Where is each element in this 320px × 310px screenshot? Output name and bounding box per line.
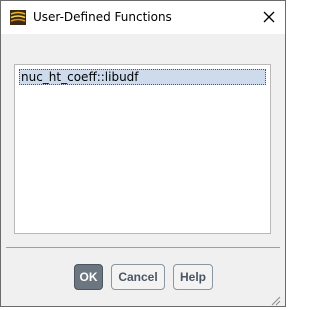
fluent-app-icon [10, 10, 26, 25]
separator [6, 247, 280, 248]
close-button[interactable] [257, 6, 281, 28]
functions-listbox[interactable]: nuc_ht_coeff::libudf [14, 64, 271, 234]
close-icon [263, 11, 275, 23]
list-item[interactable]: nuc_ht_coeff::libudf [19, 69, 266, 85]
user-defined-functions-dialog: User-Defined Functions nuc_ht_coeff::lib… [0, 0, 286, 307]
cancel-button[interactable]: Cancel [111, 264, 165, 290]
dialog-title: User-Defined Functions [33, 10, 172, 24]
ok-button[interactable]: OK [74, 264, 103, 290]
help-button[interactable]: Help [173, 264, 213, 290]
title-bar[interactable]: User-Defined Functions [1, 1, 285, 34]
resize-grip-icon[interactable] [269, 291, 281, 306]
